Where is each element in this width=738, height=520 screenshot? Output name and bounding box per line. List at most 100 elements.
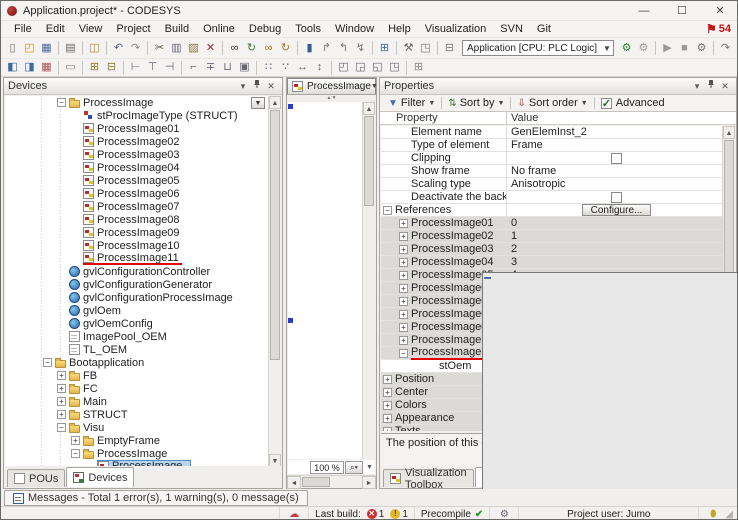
- menu-visualization[interactable]: Visualization: [418, 21, 494, 37]
- tree-expander-minus[interactable]: −: [57, 423, 66, 432]
- pin-icon[interactable]: [704, 78, 718, 94]
- find-next-icon[interactable]: ↻: [243, 40, 260, 57]
- scroll-down-icon[interactable]: ▼: [364, 464, 375, 471]
- property-row[interactable]: Deactivate the background ...: [381, 191, 722, 204]
- scroll-up-icon[interactable]: ▲: [723, 126, 735, 139]
- resize-grip[interactable]: ◢: [725, 509, 733, 520]
- copy-project-icon[interactable]: ◫: [86, 40, 103, 57]
- tree-item[interactable]: gvlConfigurationController: [5, 265, 281, 278]
- tree-expander-minus[interactable]: −: [57, 98, 66, 107]
- tree-item[interactable]: +FC: [5, 382, 281, 395]
- step-into-icon[interactable]: ↓: [734, 40, 738, 57]
- tree-expander-plus[interactable]: +: [57, 410, 66, 419]
- pin-icon[interactable]: [250, 78, 264, 94]
- tree-item[interactable]: −Visu: [5, 421, 281, 434]
- property-row[interactable]: +ProcessImage032: [381, 243, 722, 256]
- prev-bookmark-icon[interactable]: ↰: [335, 40, 352, 57]
- tree-item[interactable]: ProcessImage03: [5, 148, 281, 161]
- align-center-icon[interactable]: ⊤: [144, 59, 161, 76]
- property-expander-minus[interactable]: −: [383, 206, 392, 215]
- menu-git[interactable]: Git: [530, 21, 558, 37]
- advanced-toggle[interactable]: Advanced: [597, 97, 669, 109]
- save-project-icon[interactable]: ▦: [38, 40, 55, 57]
- configure-button[interactable]: Configure...: [582, 204, 652, 216]
- open-project-icon[interactable]: ◰: [21, 40, 38, 57]
- menu-online[interactable]: Online: [196, 21, 242, 37]
- tree-item[interactable]: ProcessImage06: [5, 187, 281, 200]
- property-value-cell[interactable]: Frame: [507, 139, 722, 152]
- scrollbar-thumb[interactable]: [364, 116, 374, 206]
- scrollbar-thumb[interactable]: [270, 110, 280, 360]
- tree-item[interactable]: ProcessImage01: [5, 122, 281, 135]
- visu-select-icon[interactable]: ◧: [4, 59, 21, 76]
- editor-vscrollbar[interactable]: ▲: [362, 102, 375, 460]
- property-value-cell[interactable]: Anisotropic: [507, 178, 722, 191]
- selection-handle[interactable]: [288, 104, 293, 109]
- start-icon[interactable]: ▶: [659, 40, 676, 57]
- property-row[interactable]: Scaling typeAnisotropic: [381, 178, 722, 191]
- new-object-icon[interactable]: ◳: [417, 40, 434, 57]
- tree-item[interactable]: ImagePool_OEM: [5, 330, 281, 343]
- frame-selection-icon[interactable]: ▭: [62, 59, 79, 76]
- align-left-icon[interactable]: ⊢: [127, 59, 144, 76]
- close-icon[interactable]: ✕: [264, 78, 278, 94]
- property-expander-plus[interactable]: +: [383, 375, 392, 384]
- property-expander-plus[interactable]: +: [399, 297, 408, 306]
- step-over-icon[interactable]: ↷: [717, 40, 734, 57]
- tab-pous[interactable]: POUs: [7, 469, 65, 487]
- property-expander-plus[interactable]: +: [399, 310, 408, 319]
- property-value-cell[interactable]: 3: [507, 256, 722, 269]
- property-expander-plus[interactable]: +: [383, 414, 392, 423]
- property-row[interactable]: −ReferencesConfigure...: [381, 204, 722, 217]
- new-file-icon[interactable]: ▯: [4, 40, 21, 57]
- tree-item[interactable]: −ProcessImage: [5, 447, 281, 460]
- tree-item[interactable]: +FB: [5, 369, 281, 382]
- redo-icon[interactable]: ↷: [127, 40, 144, 57]
- order-back-icon[interactable]: ◲: [352, 59, 369, 76]
- build-icon[interactable]: ⚒: [400, 40, 417, 57]
- value-checkbox[interactable]: [611, 192, 622, 203]
- tree-item[interactable]: +Main: [5, 395, 281, 408]
- tree-item[interactable]: ProcessImage11: [5, 252, 281, 265]
- tree-item[interactable]: ProcessImage02: [5, 135, 281, 148]
- order-backward-icon[interactable]: ◳: [386, 59, 403, 76]
- property-expander-plus[interactable]: +: [399, 336, 408, 345]
- sort-order-button[interactable]: ⇩ Sort order ▼: [513, 97, 591, 109]
- tree-item[interactable]: −ProcessImage: [5, 96, 281, 109]
- tree-item[interactable]: stProcImageType (STRUCT): [5, 109, 281, 122]
- property-value-cell[interactable]: Configure...: [507, 204, 722, 217]
- tree-item[interactable]: ProcessImage08: [5, 213, 281, 226]
- tree-item[interactable]: ProcessImage07: [5, 200, 281, 213]
- tree-item[interactable]: gvlOem: [5, 304, 281, 317]
- spacing-h-icon[interactable]: ↔: [294, 59, 311, 76]
- zoom-menu-button[interactable]: ⌕▾: [345, 461, 363, 474]
- minimize-button[interactable]: —: [625, 1, 663, 21]
- menu-file[interactable]: File: [7, 21, 39, 37]
- spacing-v-icon[interactable]: ↕: [311, 59, 328, 76]
- property-value-cell[interactable]: [507, 152, 722, 165]
- save-all-icon[interactable]: ⊞: [376, 40, 393, 57]
- order-forward-icon[interactable]: ◱: [369, 59, 386, 76]
- menu-svn[interactable]: SVN: [493, 21, 530, 37]
- tree-item[interactable]: −Bootapplication: [5, 356, 281, 369]
- close-button[interactable]: ✕: [701, 1, 738, 21]
- property-value-cell[interactable]: 1: [507, 230, 722, 243]
- align-top-icon[interactable]: ⌐: [185, 59, 202, 76]
- tree-expander-minus[interactable]: −: [71, 449, 80, 458]
- tree-item[interactable]: ProcessImage09: [5, 226, 281, 239]
- tree-expander-plus[interactable]: +: [71, 436, 80, 445]
- panel-dropdown-icon[interactable]: ▾: [236, 78, 250, 94]
- tree-expander-plus[interactable]: +: [57, 371, 66, 380]
- value-checkbox[interactable]: [611, 153, 622, 164]
- order-front-icon[interactable]: ◰: [335, 59, 352, 76]
- replace-next-icon[interactable]: ↻: [277, 40, 294, 57]
- distribute-h-icon[interactable]: ∷: [260, 59, 277, 76]
- visualization-manager-icon[interactable]: ⊟: [441, 40, 458, 57]
- delete-icon[interactable]: ✕: [202, 40, 219, 57]
- property-expander-plus[interactable]: +: [399, 219, 408, 228]
- copy-icon[interactable]: ▥: [168, 40, 185, 57]
- menu-help[interactable]: Help: [381, 21, 418, 37]
- property-row[interactable]: +ProcessImage043: [381, 256, 722, 269]
- align-middle-icon[interactable]: ∓: [202, 59, 219, 76]
- property-row[interactable]: +ProcessImage021: [381, 230, 722, 243]
